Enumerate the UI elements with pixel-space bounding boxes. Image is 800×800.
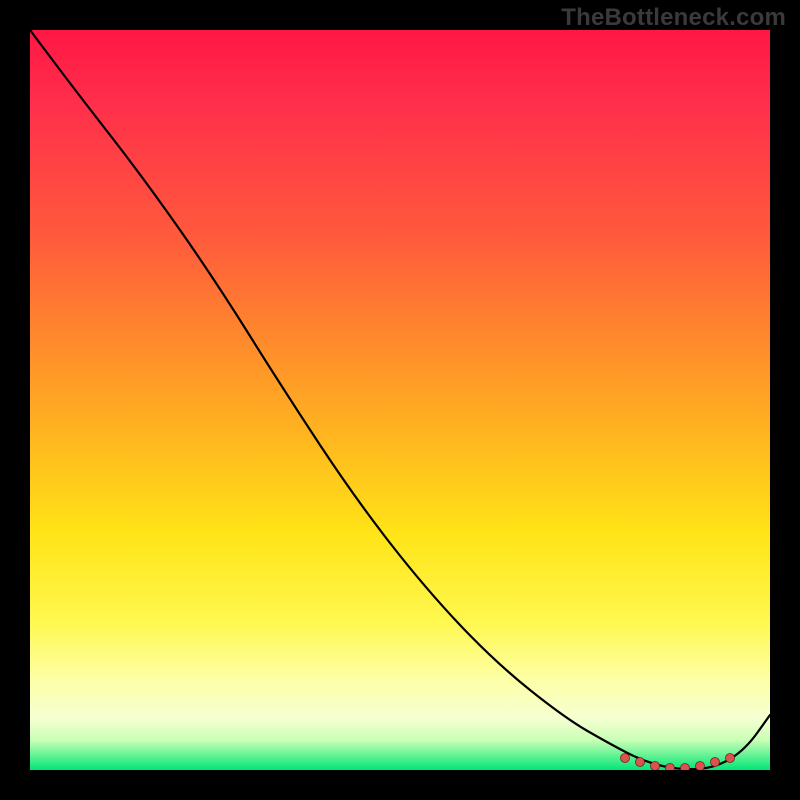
bottleneck-curve — [30, 30, 770, 770]
marker-dot — [711, 758, 720, 767]
marker-dot — [726, 754, 735, 763]
marker-dot — [621, 754, 630, 763]
sweet-spot-markers — [30, 30, 770, 770]
watermark-text: TheBottleneck.com — [561, 4, 786, 32]
marker-dot — [696, 762, 705, 771]
marker-dot — [636, 758, 645, 767]
marker-dot — [651, 762, 660, 771]
marker-dot — [681, 764, 690, 771]
chart-frame: TheBottleneck.com — [0, 0, 800, 800]
plot-area — [30, 30, 770, 770]
marker-dot — [666, 764, 675, 771]
